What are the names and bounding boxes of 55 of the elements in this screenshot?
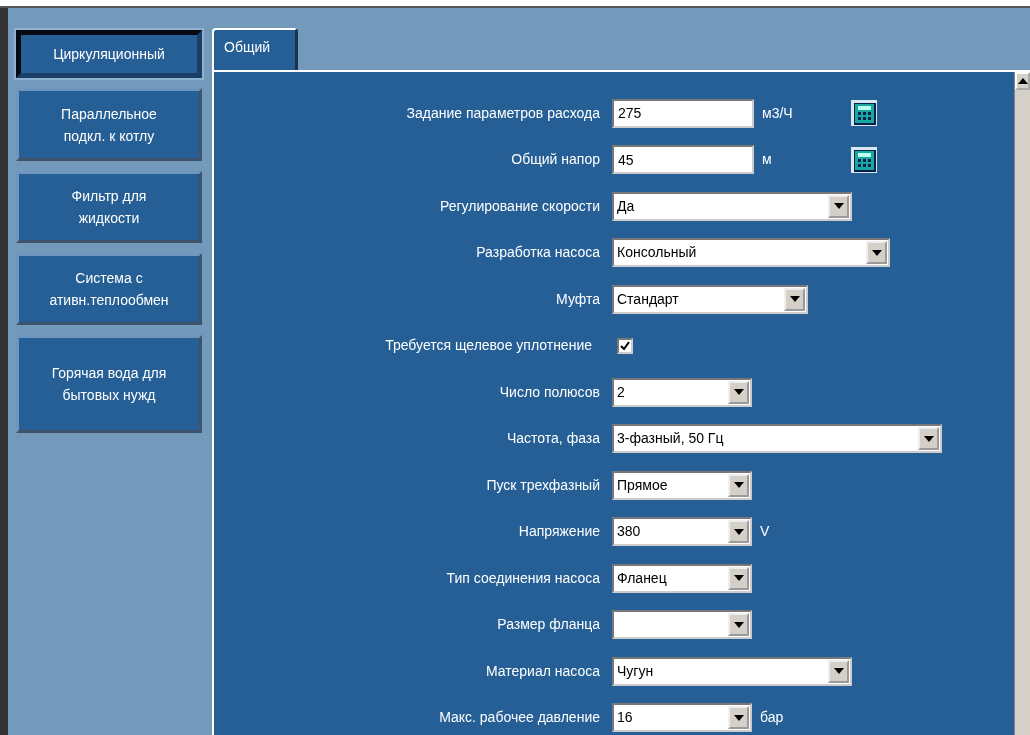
caret-icon: [833, 668, 844, 675]
dropdown[interactable]: Прямое: [612, 470, 752, 500]
field-label: Общий напор: [510, 150, 601, 170]
up-arrow-icon: [1017, 78, 1028, 84]
caret-icon: [833, 203, 844, 210]
caret-icon: [733, 714, 744, 721]
field-label: Макс. рабочее давление: [438, 708, 601, 728]
checkmark-icon: [619, 339, 631, 352]
sidebar-button[interactable]: Горячая вода для бытовых нужд: [16, 335, 202, 433]
sidebar-button[interactable]: Циркуляционный: [16, 30, 202, 78]
dropdown[interactable]: [612, 610, 752, 640]
caret-icon: [733, 482, 744, 489]
caret-icon: [923, 435, 934, 442]
field-label: Материал насоса: [484, 661, 601, 681]
caret-icon: [733, 389, 744, 396]
field-label: Тип соединения насоса: [445, 568, 601, 588]
unit-label: м3/Ч: [762, 103, 794, 123]
dropdown[interactable]: Консольный: [612, 238, 890, 268]
unit-label: бар: [760, 708, 785, 728]
field-label: Напряжение: [517, 522, 601, 542]
caret-icon: [733, 528, 744, 535]
calculator-icon[interactable]: [850, 145, 878, 174]
sidebar-button[interactable]: Параллельное подкл. к котлу: [16, 88, 202, 161]
dropdown[interactable]: 3-фазный, 50 Гц: [612, 424, 942, 454]
dropdown[interactable]: Чугун: [612, 656, 852, 686]
checkbox[interactable]: [617, 337, 633, 354]
field-label: Требуется щелевое уплотнение: [384, 336, 593, 356]
caret-icon: [871, 249, 882, 256]
caret-icon: [733, 575, 744, 582]
dropdown[interactable]: Да: [612, 191, 852, 221]
field-label: Частота, фаза: [505, 429, 601, 449]
dropdown[interactable]: Фланец: [612, 563, 752, 593]
caret-icon: [789, 296, 800, 303]
unit-label: V: [760, 522, 771, 542]
field-label: Число полюсов: [498, 382, 601, 402]
sidebar-button[interactable]: Система с ативн.теплообмен: [16, 253, 202, 325]
dropdown[interactable]: 2: [612, 377, 752, 407]
tab[interactable]: Общий: [212, 28, 298, 70]
field-label: Задание параметров расхода: [405, 103, 601, 123]
dropdown[interactable]: 16: [612, 703, 752, 733]
input-field[interactable]: 275: [612, 98, 754, 128]
dropdown[interactable]: 380: [612, 517, 752, 547]
field-label: Регулирование скорости: [438, 196, 601, 216]
calculator-icon[interactable]: [850, 99, 878, 128]
dropdown[interactable]: Стандарт: [612, 284, 808, 314]
unit-label: м: [762, 150, 773, 170]
scroll-up-button[interactable]: [1015, 72, 1030, 90]
field-label: Разработка насоса: [475, 243, 601, 263]
input-field[interactable]: 45: [612, 145, 754, 175]
field-label: Размер фланца: [496, 615, 601, 635]
field-label: Пуск трехфазный: [485, 475, 601, 495]
scrollbar[interactable]: [1014, 72, 1030, 735]
caret-icon: [733, 621, 744, 628]
field-label: Муфта: [555, 289, 601, 309]
sidebar-button[interactable]: Фильтр для жидкости: [16, 171, 202, 243]
